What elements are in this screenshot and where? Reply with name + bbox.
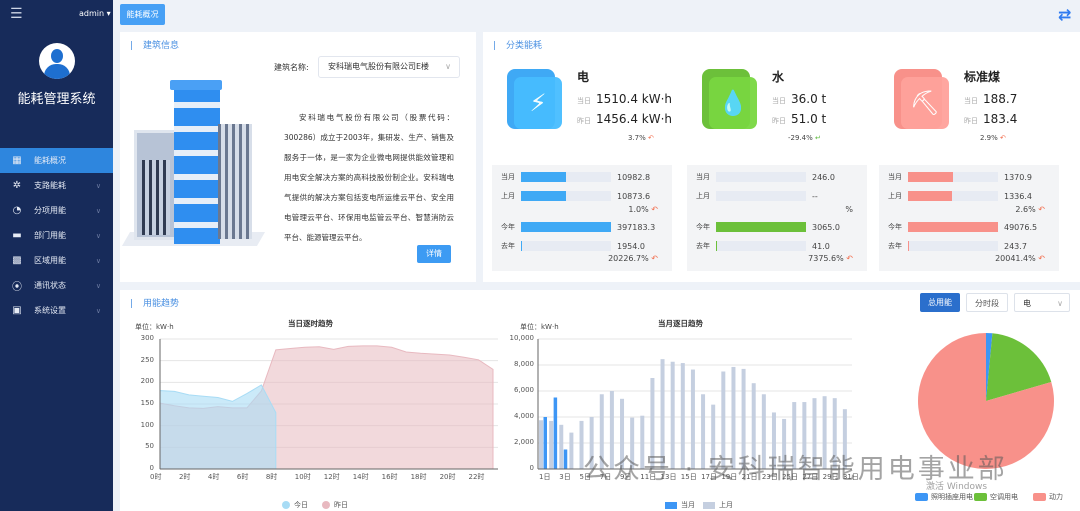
legend-label: 空调用电 [990,493,1018,501]
legend-item: 空调用电 [974,492,1018,502]
legend-item: 照明插座用电 [915,492,973,502]
x-tick-label: 1日 [539,473,551,481]
unit-label: 单位：kW·h [520,323,559,331]
x-tick-label: 14时 [352,473,369,481]
legend-item: 当月 [665,500,695,510]
legend-label: 动力 [1049,493,1063,501]
bar-this-month [543,417,547,469]
x-tick-label: 10时 [294,473,311,481]
y-tick-label: 4,000 [513,412,534,420]
legend-item: 昨日 [322,500,348,510]
y-tick-label: 10,000 [509,334,535,342]
x-tick-label: 4时 [207,473,220,481]
bar-last-month [569,432,574,469]
y-tick-label: 6,000 [513,386,534,394]
bar-this-month [553,397,558,469]
y-tick-label: 200 [140,377,154,386]
y-tick-label: 50 [145,442,154,451]
x-tick-label: 3日 [559,473,571,481]
y-tick-label: 0 [149,464,154,472]
bar-last-month [539,420,543,469]
legend-label: 当月 [681,501,695,509]
x-tick-label: 18时 [410,473,427,481]
y-tick-label: 8,000 [513,360,534,368]
x-tick-label: 2时 [178,473,191,481]
windows-activation-text: 激活 Windows [926,482,988,492]
unit-label: 单位：kW·h [135,323,174,331]
y-tick-label: 2,000 [513,438,534,446]
bar-this-month [563,449,568,469]
legend-marker [915,493,928,501]
legend-label: 昨日 [334,501,348,509]
y-tick-label: 250 [140,355,154,364]
x-tick-label: 0时 [150,473,162,481]
legend-marker [703,501,715,509]
legend-label: 上月 [719,501,733,509]
x-tick-label: 6时 [236,473,249,481]
legend-marker [665,501,677,509]
chart-title: 当月逐日趋势 [658,319,703,328]
y-tick-label: 300 [140,334,154,342]
legend-item: 上月 [703,500,733,510]
area-series-今日 [159,384,277,470]
legend-item: 动力 [1033,492,1063,502]
y-tick-label: 100 [140,420,154,429]
x-tick-label: 8时 [265,473,278,481]
y-tick-label: 150 [140,399,154,407]
x-tick-label: 12时 [323,473,340,481]
bar-last-month [559,424,564,469]
legend-marker [322,501,330,509]
chart-title: 当日逐时趋势 [288,319,333,328]
legend-marker [974,493,987,501]
y-tick-label: 0 [529,464,534,472]
charts-svg [159,333,1054,470]
legend-label: 照明插座用电 [931,493,973,501]
legend-item: 今日 [282,500,308,510]
bar-last-month [549,420,554,469]
x-tick-label: 16时 [381,473,398,481]
x-tick-label: 20时 [439,473,456,481]
legend-marker [1033,493,1046,501]
x-tick-label: 22时 [468,473,485,481]
legend-label: 今日 [294,501,308,509]
legend-marker [282,501,290,509]
